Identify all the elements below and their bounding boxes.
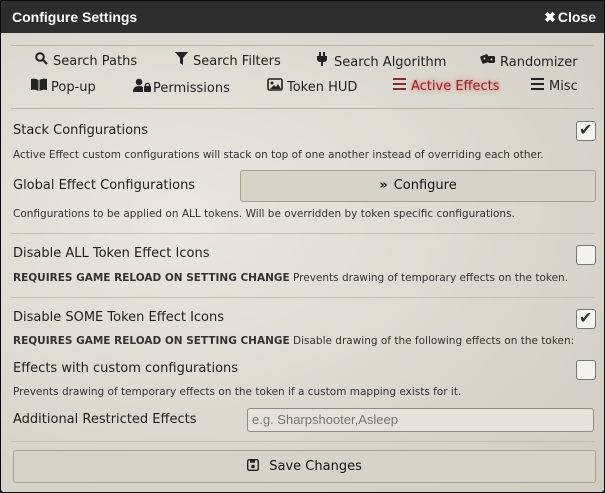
disable-some-checkbox[interactable] [576,308,596,329]
tab-label: Search Filters [193,54,281,69]
divider [11,441,594,442]
divider [11,233,594,234]
double-chevron-right-icon: » [379,178,388,193]
custom-configurations-checkbox[interactable] [576,360,596,380]
user-lock-icon [133,78,151,96]
close-icon: ✖ [544,9,556,25]
tab-label: Randomizer [500,55,578,70]
close-label: Close [557,9,596,25]
custom-configurations-hint: Prevents drawing of temporary effects on… [13,386,462,398]
save-changes-label: Save Changes [269,459,362,474]
disable-all-checkbox[interactable] [576,245,596,265]
image-icon [267,78,283,95]
tab-label: Search Algorithm [334,55,447,70]
tab-permissions[interactable]: Permissions [133,78,230,100]
reload-warning: REQUIRES GAME RELOAD ON SETTING CHANGE [13,335,290,347]
disable-some-hint: REQUIRES GAME RELOAD ON SETTING CHANGE D… [13,335,574,347]
book-icon [31,78,47,95]
configure-button-label: Configure [393,178,457,193]
filter-icon [173,52,189,69]
plug-icon [314,52,330,70]
dice-icon [480,52,496,70]
disable-all-hint-text: Prevents drawing of temporary effects on… [289,272,569,284]
disable-all-label: Disable ALL Token Effect Icons [13,246,210,261]
disable-some-hint-text: Disable drawing of the following effects… [289,335,575,347]
tab-active-effects[interactable]: Active Effects [391,78,500,100]
tab-misc[interactable]: Misc [529,78,578,100]
tab-randomizer[interactable]: Randomizer [480,52,578,74]
stack-configurations-hint: Active Effect custom configurations will… [13,149,544,161]
close-button[interactable]: ✖ Close [544,9,596,26]
disable-some-label: Disable SOME Token Effect Icons [13,310,225,325]
tab-token-hud[interactable]: Token HUD [267,78,357,100]
global-effect-configurations-hint: Configurations to be applied on ALL toke… [13,208,515,220]
bars-icon [529,78,545,94]
tab-label: Permissions [153,81,230,96]
custom-configurations-label: Effects with custom configurations [13,361,239,376]
tab-label: Misc [549,79,578,94]
tab-search-paths[interactable]: Search Paths [33,52,137,74]
disable-all-hint: REQUIRES GAME RELOAD ON SETTING CHANGE P… [13,272,568,284]
bars-icon [391,78,407,94]
tab-bar: Search Paths Search Filters Search Algor… [11,45,594,109]
settings-content: Search Paths Search Filters Search Algor… [1,33,604,492]
stack-configurations-checkbox[interactable] [576,120,596,141]
tab-search-algorithm[interactable]: Search Algorithm [314,52,446,74]
reload-warning: REQUIRES GAME RELOAD ON SETTING CHANGE [13,272,290,284]
tab-label: Pop-up [51,80,96,95]
save-icon [247,458,263,474]
global-effect-configurations-label: Global Effect Configurations [13,178,196,193]
settings-window: Configure Settings ✖ Close Search Paths S… [0,0,605,493]
tab-search-filters[interactable]: Search Filters [173,52,281,74]
divider [11,297,594,298]
restricted-effects-label: Additional Restricted Effects [13,412,197,427]
window-titlebar[interactable]: Configure Settings ✖ Close [1,1,604,33]
configure-button[interactable]: » Configure [240,170,596,202]
tab-label: Token HUD [287,80,358,95]
save-changes-button[interactable]: Save Changes [13,450,596,483]
search-icon [33,52,49,69]
tab-label: Search Paths [53,54,138,69]
tab-label: Active Effects [411,79,500,94]
tab-pop-up[interactable]: Pop-up [31,78,96,100]
restricted-effects-input[interactable] [247,408,594,432]
window-title: Configure Settings [12,9,138,25]
stack-configurations-label: Stack Configurations [13,123,149,138]
